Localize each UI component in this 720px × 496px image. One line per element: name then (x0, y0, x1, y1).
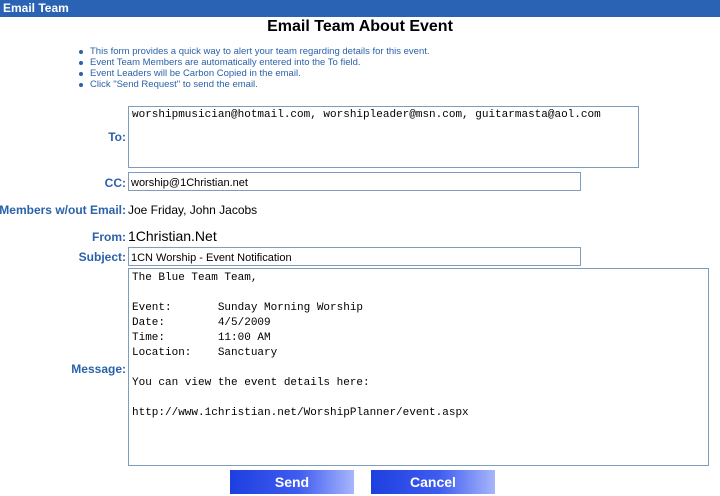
send-button[interactable]: Send (230, 470, 354, 494)
instruction-item: Event Leaders will be Carbon Copied in t… (78, 68, 430, 79)
instruction-item: This form provides a quick way to alert … (78, 46, 430, 57)
window-title-bar: Email Team (0, 0, 720, 17)
cc-field[interactable] (129, 174, 580, 192)
cc-field-box (128, 172, 581, 192)
to-label: To: (108, 130, 126, 144)
message-label: Message: (71, 362, 126, 376)
page-title: Email Team About Event (267, 18, 453, 35)
members-label: Members w/out Email: (0, 203, 126, 217)
subject-field[interactable] (129, 249, 580, 267)
message-field-box: The Blue Team Team, Event: Sunday Mornin… (128, 268, 709, 466)
subject-field-box (128, 247, 581, 267)
to-field[interactable]: worshipmusician@hotmail.com, worshiplead… (129, 107, 638, 167)
subject-label: Subject: (78, 250, 126, 264)
message-field[interactable]: The Blue Team Team, Event: Sunday Mornin… (129, 269, 708, 465)
window-title: Email Team (3, 1, 69, 15)
instruction-item: Event Team Members are automatically ent… (78, 57, 430, 68)
from-value: 1Christian.Net (128, 228, 217, 244)
to-field-box: worshipmusician@hotmail.com, worshiplead… (128, 106, 639, 168)
instruction-item: Click "Send Request" to send the email. (78, 79, 430, 90)
from-label: From: (92, 230, 126, 244)
cancel-button[interactable]: Cancel (371, 470, 495, 494)
cc-label: CC: (104, 176, 126, 190)
instructions-list: This form provides a quick way to alert … (78, 46, 430, 90)
members-value: Joe Friday, John Jacobs (128, 203, 258, 217)
